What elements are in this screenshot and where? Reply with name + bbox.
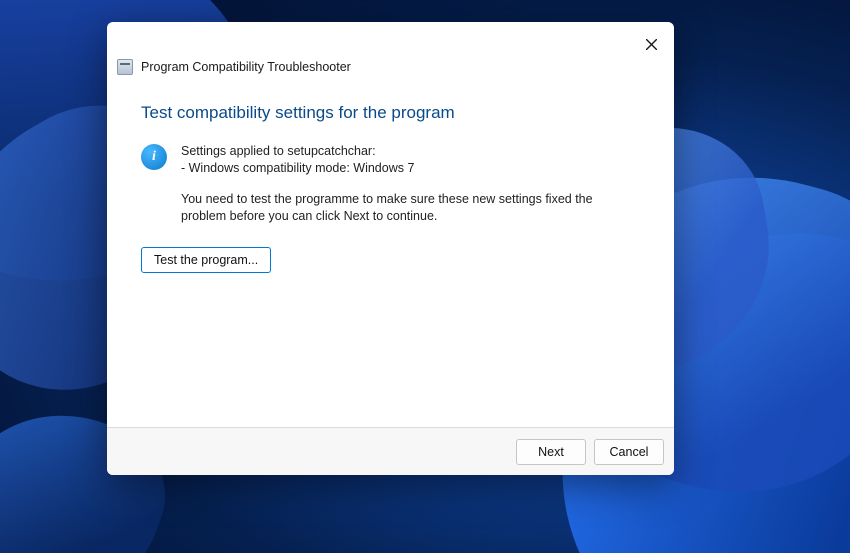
page-heading: Test compatibility settings for the prog… [141, 103, 640, 123]
compat-mode-line: - Windows compatibility mode: Windows 7 [181, 160, 640, 177]
close-button[interactable] [629, 28, 673, 60]
window-header: Program Compatibility Troubleshooter [107, 59, 674, 75]
settings-applied-label: Settings applied to setupcatchchar: [181, 143, 640, 160]
app-icon [117, 59, 133, 75]
window-title: Program Compatibility Troubleshooter [141, 60, 351, 74]
info-text: Settings applied to setupcatchchar: - Wi… [181, 143, 640, 225]
cancel-button[interactable]: Cancel [594, 439, 664, 465]
test-program-button[interactable]: Test the program... [141, 247, 271, 273]
info-icon: i [141, 144, 167, 170]
dialog-content: Test compatibility settings for the prog… [107, 75, 674, 427]
troubleshooter-dialog: Program Compatibility Troubleshooter Tes… [107, 22, 674, 475]
instruction-text: You need to test the programme to make s… [181, 191, 640, 225]
info-section: i Settings applied to setupcatchchar: - … [141, 143, 640, 225]
titlebar [107, 22, 674, 62]
next-button[interactable]: Next [516, 439, 586, 465]
dialog-footer: Next Cancel [107, 427, 674, 475]
close-icon [646, 39, 657, 50]
